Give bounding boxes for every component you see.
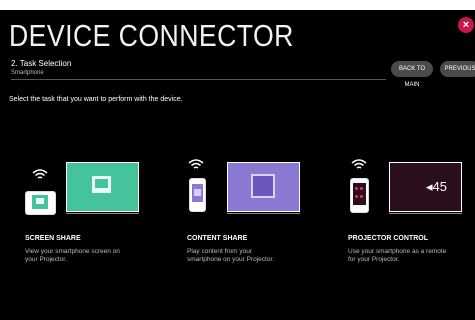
smartphone-icon bbox=[25, 191, 56, 215]
wifi-icon bbox=[32, 169, 48, 179]
projector-screen bbox=[66, 162, 139, 212]
previous-button[interactable]: PREVIOUS bbox=[440, 61, 475, 77]
screen-share-title: SCREEN SHARE bbox=[25, 235, 81, 242]
smartphone-icon bbox=[189, 178, 206, 212]
projector-control-title: PROJECTOR CONTROL bbox=[348, 235, 428, 242]
wifi-icon bbox=[188, 159, 204, 169]
volume-readout: ◂45 bbox=[426, 179, 447, 194]
back-to-main-button[interactable]: BACK TO MAIN bbox=[391, 61, 433, 88]
step-title: 2. Task Selection bbox=[11, 59, 72, 68]
wifi-icon bbox=[351, 159, 367, 169]
content-share-title: CONTENT SHARE bbox=[187, 235, 248, 242]
projector-screen bbox=[227, 162, 300, 212]
projector-control-desc: Use your smartphone as a remote for your… bbox=[348, 248, 447, 263]
header-divider bbox=[11, 79, 386, 80]
top-strip bbox=[0, 0, 475, 10]
screen-stand bbox=[227, 213, 300, 214]
content-share-desc: Play content from your smartphone on you… bbox=[187, 248, 275, 263]
projector-screen: ◂45 bbox=[389, 162, 462, 212]
screen-stand bbox=[66, 213, 139, 214]
smartphone-remote-icon bbox=[350, 178, 369, 213]
screen-stand bbox=[389, 213, 462, 214]
page-title: DEVICE CONNECTOR bbox=[9, 18, 294, 53]
step-subtitle: Smartphone bbox=[11, 70, 44, 76]
close-button[interactable]: × bbox=[458, 17, 474, 33]
instruction-text: Select the task that you want to perform… bbox=[9, 96, 183, 103]
screen-share-desc: View your smartphone screen on your Proj… bbox=[25, 248, 120, 263]
